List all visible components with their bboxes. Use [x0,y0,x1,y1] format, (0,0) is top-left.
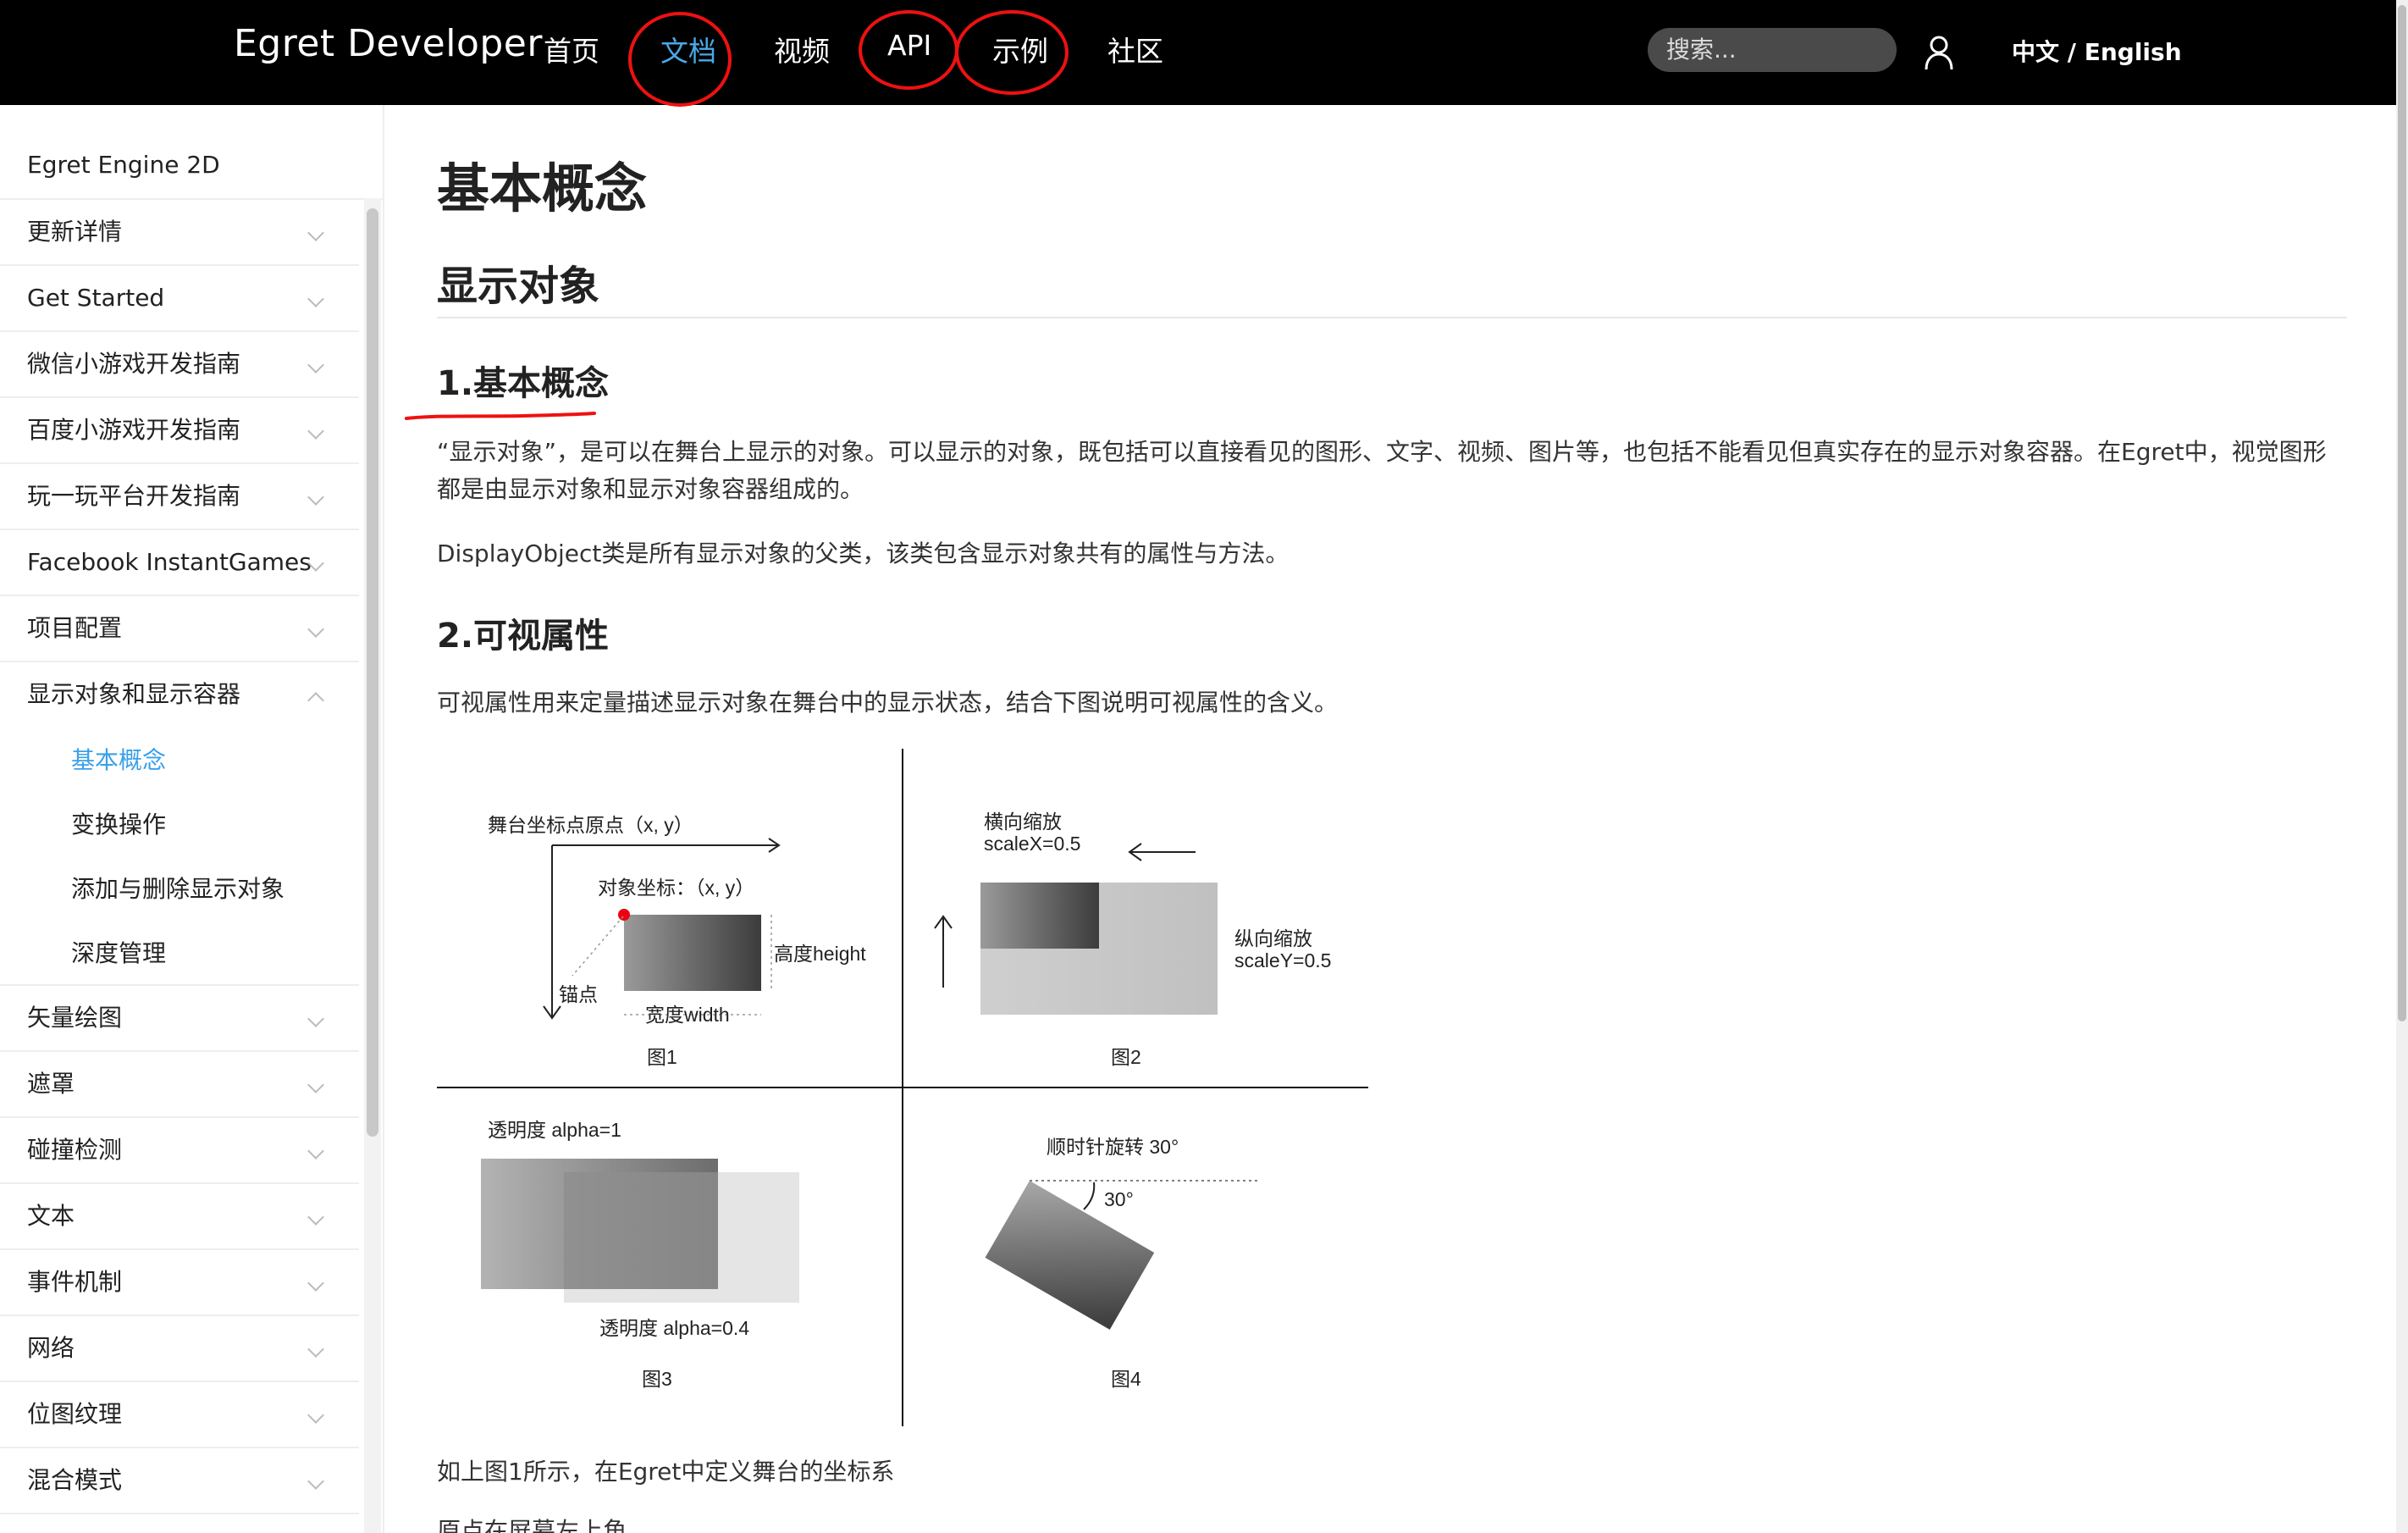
fig3-alpha04-label: 透明度 alpha=0.4 [599,1317,749,1339]
sidebar-item-label: 位图纹理 [27,1400,123,1428]
sidebar-item-label: 玩一玩平台开发指南 [27,482,241,510]
paragraph-coordinate-system: 如上图1所示，在Egret中定义舞台的坐标系 [437,1458,895,1486]
heading-basic-concepts: 1.基本概念 [437,364,610,403]
chevron-up-icon [307,692,324,709]
sidebar-item-collision[interactable]: 碰撞检测 [0,1118,359,1184]
sidebar-item-events[interactable]: 事件机制 [0,1250,359,1316]
chevron-down-icon [307,1407,324,1424]
chevron-down-icon [307,1341,324,1358]
chevron-down-icon [307,1010,324,1027]
sidebar-item-label: 矢量绘图 [27,1004,123,1032]
sidebar-item-changelog[interactable]: 更新详情 [0,200,359,266]
paragraph-origin: 原点在屏幕左上角 [437,1517,627,1533]
paragraph-displayobject: DisplayObject类是所有显示对象的父类，该类包含显示对象共有的属性与方… [437,540,1290,567]
fig2-scalex-label: scaleX=0.5 [984,833,1080,855]
fig4-rotate-label: 顺时针旋转 30° [1047,1136,1179,1158]
page-scrollbar[interactable] [2396,0,2408,1533]
paragraph-visual-desc: 可视属性用来定量描述显示对象在舞台中的显示状态，结合下图说明可视属性的含义。 [437,689,1339,717]
chevron-down-icon [307,1473,324,1490]
sidebar-item-baidu-minigame[interactable]: 百度小游戏开发指南 [0,398,359,464]
search-input[interactable]: 搜索... [1648,28,1897,72]
sidebar-item-display-objects[interactable]: 显示对象和显示容器 [0,662,359,728]
chevron-down-icon [307,489,324,506]
chevron-down-icon [307,357,324,374]
fig1-stage-origin-label: 舞台坐标点原点（x, y） [488,814,693,836]
sidebar-subitem-transform[interactable]: 变换操作 [0,793,359,857]
sidebar-item-label: 碰撞检测 [27,1136,123,1164]
heading-visual-properties: 2.可视属性 [437,617,610,656]
sidebar-item-label: 事件机制 [27,1268,123,1296]
sidebar-item-bitmap-texture[interactable]: 位图纹理 [0,1382,359,1448]
chevron-down-icon [307,1275,324,1292]
sidebar-item-label: Facebook InstantGames [27,548,312,576]
sidebar-item-label: 文本 [27,1202,75,1230]
sidebar-subitem-basic-concepts[interactable]: 基本概念 [0,728,359,793]
sidebar-scrollbar[interactable] [364,198,381,1533]
sidebar-item-network[interactable]: 网络 [0,1316,359,1382]
sidebar-item-get-started[interactable]: Get Started [0,266,359,332]
annotation-circle-api [859,10,958,90]
docs-sidebar: Egret Engine 2D 更新详情 Get Started 微信小游戏开发… [0,105,384,1533]
fig2-caption: 图2 [1111,1046,1141,1068]
sidebar-item-label: 百度小游戏开发指南 [27,416,241,444]
page-title: 基本概念 [437,158,648,219]
sidebar-item-label: 项目配置 [27,614,123,642]
annotation-underline [405,412,596,420]
sidebar-subitem-depth[interactable]: 深度管理 [0,921,359,986]
sidebar-menu: 更新详情 Get Started 微信小游戏开发指南 百度小游戏开发指南 玩一玩… [0,200,359,1514]
fig4-caption: 图4 [1111,1368,1141,1390]
sidebar-item-label: Get Started [27,284,165,312]
sidebar-scrollbar-thumb[interactable] [367,208,378,1137]
fig1-object-coord-label: 对象坐标：（x, y） [598,877,754,899]
sidebar-item-label: 显示对象和显示容器 [27,680,241,708]
chevron-down-icon [307,621,324,638]
fig2-scalex-cn-label: 横向缩放 [984,811,1062,833]
annotation-circle-examples [955,10,1069,95]
sidebar-item-label: 更新详情 [27,218,123,246]
chevron-down-icon [307,1143,324,1159]
main-content: 基本概念 显示对象 1.基本概念 “显示对象”，是可以在舞台上显示的对象。可以显… [386,105,2384,1533]
language-switch[interactable]: 中文 / English [2012,34,2182,68]
brand-logo[interactable]: Egret Developer [234,22,543,65]
sidebar-item-blend-mode[interactable]: 混合模式 [0,1448,359,1514]
sidebar-item-project-config[interactable]: 项目配置 [0,596,359,662]
fig1-width-label: 宽度width [645,1004,730,1026]
top-navigation-bar: Egret Developer 首页 文档 视频 API 示例 社区 搜索...… [0,0,2396,107]
chevron-down-icon [307,1209,324,1226]
nav-community[interactable]: 社区 [1107,29,1163,69]
fig1-height-label: 高度height [774,943,866,965]
sidebar-item-label: 遮罩 [27,1070,75,1098]
sidebar-item-label: 混合模式 [27,1466,123,1494]
visual-properties-figure: 舞台坐标点原点（x, y） 对象坐标：（x, y） 锚点 高度height 宽度… [437,749,1368,1426]
fig3-alpha1-label: 透明度 alpha=1 [488,1119,621,1141]
product-title[interactable]: Egret Engine 2D [27,151,220,179]
fig4-angle-label: 30° [1104,1188,1134,1210]
annotation-circle-docs [628,12,732,107]
paragraph-intro: “显示对象”，是可以在舞台上显示的对象。可以显示的对象，既包括可以直接看见的图形… [437,438,2327,503]
nav-videos[interactable]: 视频 [774,29,830,69]
sidebar-item-wanyiwan[interactable]: 玩一玩平台开发指南 [0,464,359,530]
fig2-scaley-label: scaleY=0.5 [1234,949,1331,971]
fig1-caption: 图1 [647,1046,677,1068]
sidebar-item-wechat-minigame[interactable]: 微信小游戏开发指南 [0,332,359,398]
divider [437,317,2347,318]
sidebar-item-text[interactable]: 文本 [0,1184,359,1250]
chevron-down-icon [307,224,324,241]
page-scrollbar-thumb[interactable] [2398,5,2406,1021]
fig1-anchor-label: 锚点 [559,983,598,1005]
sidebar-subitem-add-remove[interactable]: 添加与删除显示对象 [0,857,359,921]
chevron-down-icon [307,423,324,440]
fig3-caption: 图3 [642,1368,672,1390]
section-title: 显示对象 [437,263,600,310]
fig2-scaley-cn-label: 纵向缩放 [1234,927,1312,949]
sidebar-item-label: 网络 [27,1334,75,1362]
nav-home[interactable]: 首页 [544,29,599,69]
chevron-down-icon [307,291,324,307]
sidebar-item-label: 微信小游戏开发指南 [27,350,241,378]
sidebar-item-mask[interactable]: 遮罩 [0,1052,359,1118]
sidebar-item-facebook-instantgames[interactable]: Facebook InstantGames [0,530,359,596]
chevron-down-icon [307,1076,324,1093]
user-icon[interactable] [1924,34,1954,71]
sidebar-item-vector-drawing[interactable]: 矢量绘图 [0,986,359,1052]
